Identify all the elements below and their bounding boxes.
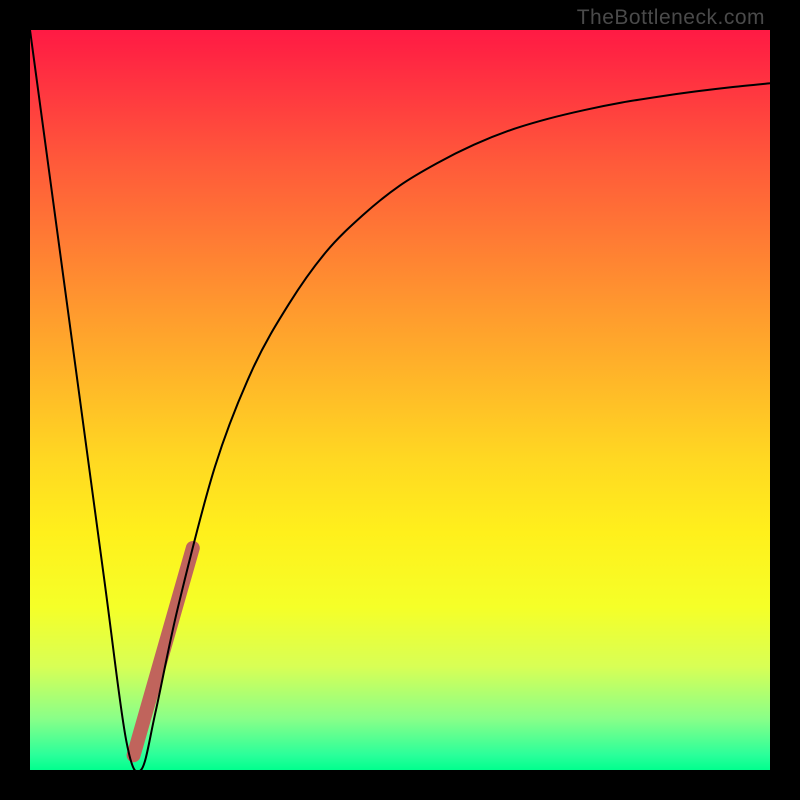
main-curve	[30, 30, 770, 772]
plot-area	[30, 30, 770, 770]
curve-svg	[30, 30, 770, 770]
chart-container: TheBottleneck.com	[0, 0, 800, 800]
watermark-text: TheBottleneck.com	[577, 6, 765, 30]
